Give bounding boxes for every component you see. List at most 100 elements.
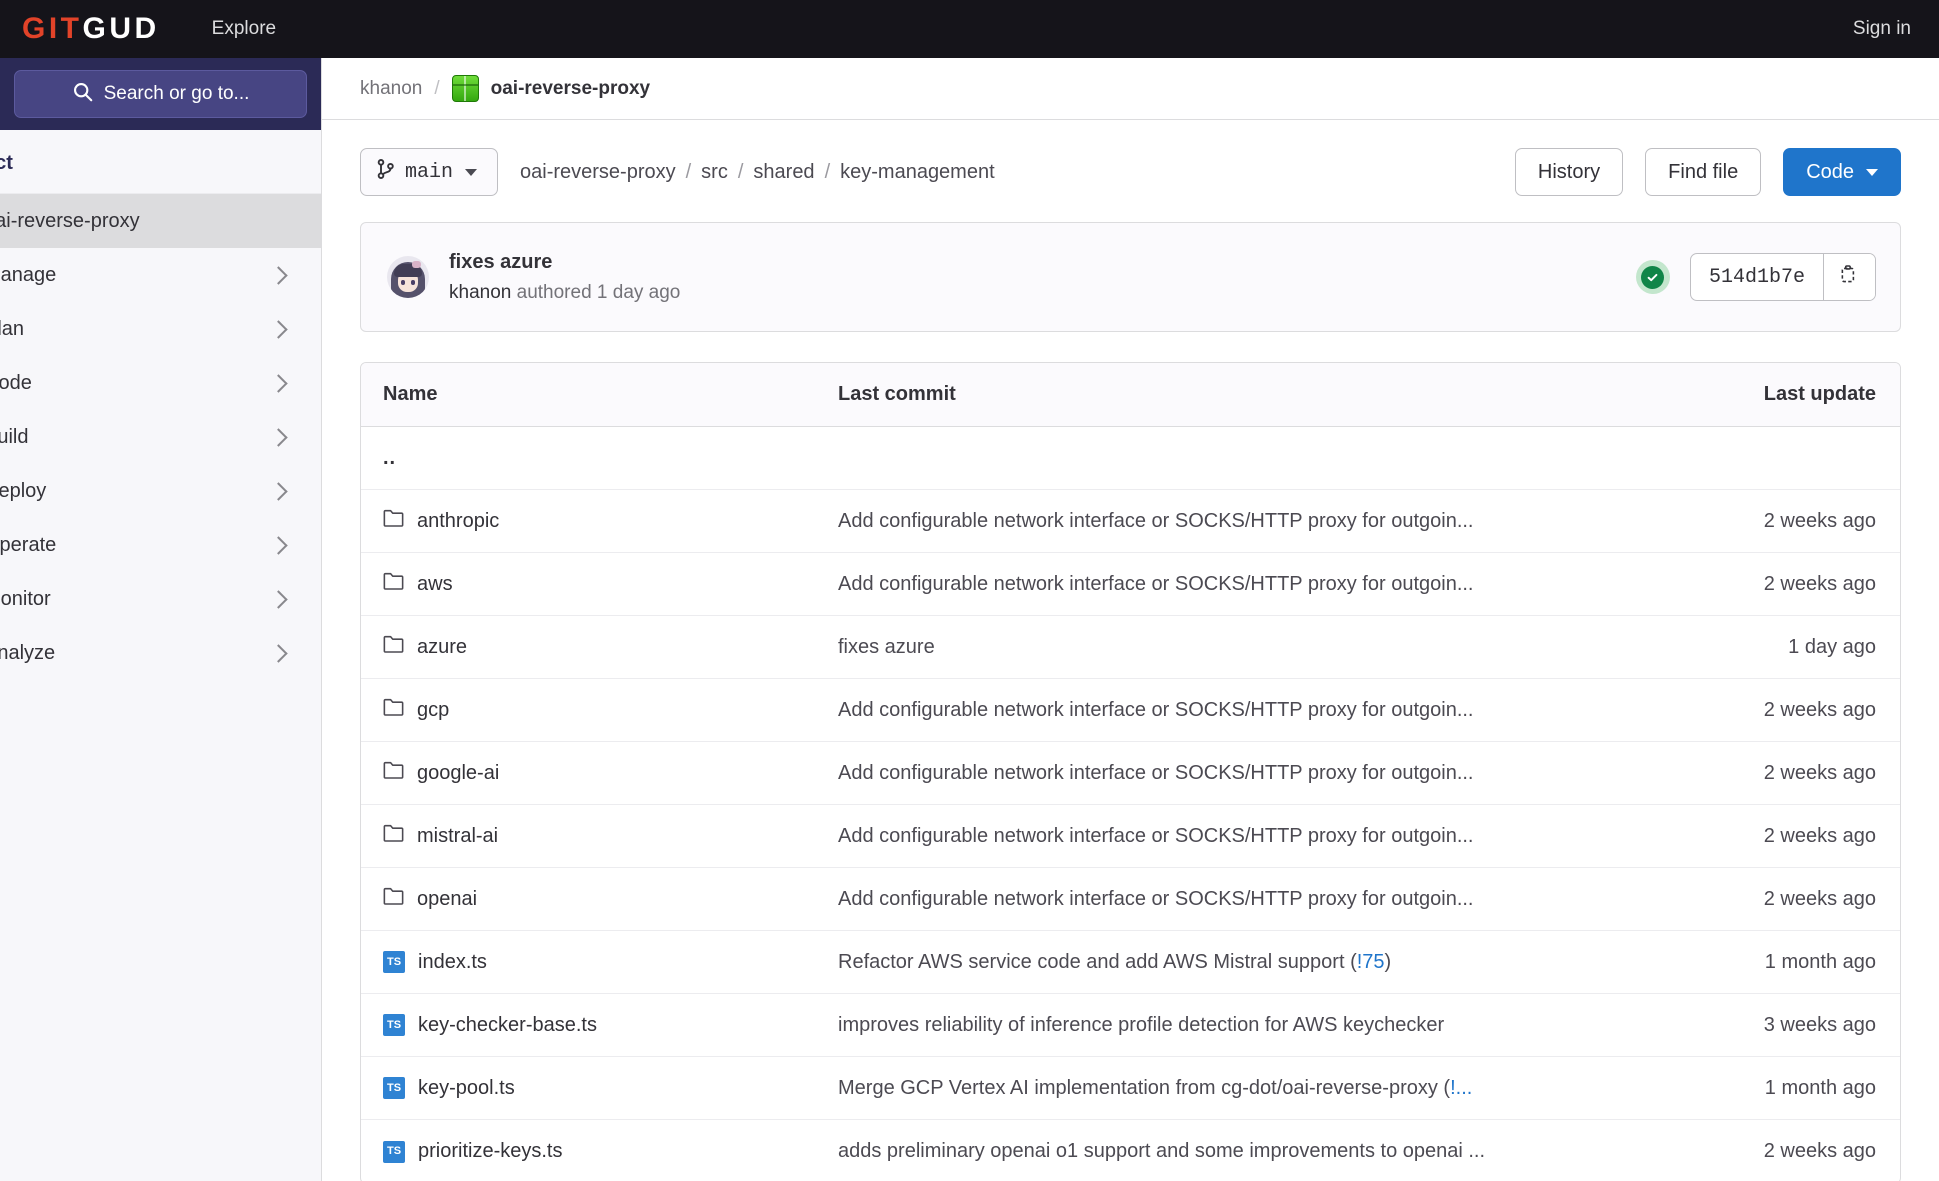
sidebar-item-deploy[interactable]: Deploy	[0, 464, 321, 518]
sidebar-item-monitor[interactable]: Monitor	[0, 572, 321, 626]
name-cell: TS index.ts	[383, 951, 838, 974]
table-row[interactable]: TS key-pool.ts Merge GCP Vertex AI imple…	[361, 1057, 1900, 1120]
path-segment-shared[interactable]: shared	[753, 161, 814, 184]
sidebar-item-analyze[interactable]: Analyze	[0, 626, 321, 680]
sidebar-nav-list: oai-reverse-proxy Manage Plan Code Build…	[0, 193, 321, 680]
table-row[interactable]: gcp Add configurable network interface o…	[361, 679, 1900, 742]
commit-sha-value[interactable]: 514d1b7e	[1691, 254, 1823, 300]
breadcrumb-project-link[interactable]: oai-reverse-proxy	[491, 78, 650, 100]
commit-cell[interactable]: Add configurable network interface or SO…	[838, 888, 1686, 911]
commit-text-tail: )	[1385, 951, 1392, 973]
sidebar-item-operate[interactable]: Operate	[0, 518, 321, 572]
table-row[interactable]: aws Add configurable network interface o…	[361, 553, 1900, 616]
parent-directory-link[interactable]: ..	[383, 447, 396, 470]
commit-meta: fixes azure khanon authored 1 day ago	[449, 251, 1616, 304]
sidebar-item-plan[interactable]: Plan	[0, 302, 321, 356]
update-cell: 2 weeks ago	[1686, 573, 1876, 596]
column-header-last-update: Last update	[1686, 383, 1876, 406]
copy-sha-button[interactable]	[1823, 254, 1875, 300]
commit-cell[interactable]: Add configurable network interface or SO…	[838, 510, 1686, 533]
table-row[interactable]: anthropic Add configurable network inter…	[361, 490, 1900, 553]
table-row[interactable]: TS prioritize-keys.ts adds preliminary o…	[361, 1120, 1900, 1181]
commit-cell[interactable]: improves reliability of inference profil…	[838, 1014, 1686, 1037]
update-cell: 2 weeks ago	[1686, 825, 1876, 848]
file-link[interactable]: key-pool.ts	[418, 1077, 515, 1100]
branch-selector-button[interactable]: main	[360, 148, 498, 196]
search-icon	[72, 81, 93, 108]
find-file-button[interactable]: Find file	[1645, 148, 1761, 196]
code-button[interactable]: Code	[1783, 148, 1901, 196]
table-row[interactable]: TS key-checker-base.ts improves reliabil…	[361, 994, 1900, 1057]
folder-link[interactable]: gcp	[417, 699, 449, 722]
breadcrumb: khanon / oai-reverse-proxy	[322, 58, 1939, 120]
commit-cell[interactable]: fixes azure	[838, 636, 1686, 659]
name-cell: TS key-pool.ts	[383, 1077, 838, 1100]
chevron-right-icon	[269, 266, 287, 284]
name-cell: anthropic	[383, 509, 838, 533]
gitgud-logo[interactable]: GITGUD	[22, 14, 160, 44]
commit-cell[interactable]: Refactor AWS service code and add AWS Mi…	[838, 951, 1686, 974]
path-separator: /	[738, 161, 744, 184]
folder-icon	[383, 887, 404, 911]
table-row[interactable]: TS index.ts Refactor AWS service code an…	[361, 931, 1900, 994]
merge-request-link[interactable]: !75	[1357, 951, 1385, 973]
folder-link[interactable]: azure	[417, 636, 467, 659]
update-cell: 2 weeks ago	[1686, 699, 1876, 722]
folder-link[interactable]: aws	[417, 573, 453, 596]
sidebar-item-label: Operate	[0, 534, 272, 557]
table-row[interactable]: ..	[361, 427, 1900, 490]
commit-cell[interactable]: Add configurable network interface or SO…	[838, 762, 1686, 785]
folder-link[interactable]: anthropic	[417, 510, 499, 533]
chevron-down-icon	[1866, 169, 1878, 176]
table-row[interactable]: google-ai Add configurable network inter…	[361, 742, 1900, 805]
repository-content: main oai-reverse-proxy / src / shared / …	[322, 120, 1939, 1181]
folder-icon	[383, 572, 404, 596]
pipeline-status-badge[interactable]	[1636, 260, 1670, 294]
sidebar-item-code[interactable]: Code	[0, 356, 321, 410]
name-cell: google-ai	[383, 761, 838, 785]
file-link[interactable]: key-checker-base.ts	[418, 1014, 597, 1037]
name-cell: aws	[383, 572, 838, 596]
table-header-row: Name Last commit Last update	[361, 363, 1900, 427]
sidebar-item-label: Deploy	[0, 480, 272, 503]
name-cell: mistral-ai	[383, 824, 838, 848]
folder-link[interactable]: openai	[417, 888, 477, 911]
name-cell: openai	[383, 887, 838, 911]
merge-request-link[interactable]: !...	[1450, 1077, 1472, 1099]
commit-cell[interactable]: Add configurable network interface or SO…	[838, 699, 1686, 722]
main-content: khanon / oai-reverse-proxy	[322, 58, 1939, 1181]
table-row[interactable]: openai Add configurable network interfac…	[361, 868, 1900, 931]
typescript-file-icon: TS	[383, 1077, 405, 1099]
folder-link[interactable]: google-ai	[417, 762, 499, 785]
folder-icon	[383, 635, 404, 659]
commit-message[interactable]: fixes azure	[449, 251, 1616, 274]
commit-cell[interactable]: adds preliminary openai o1 support and s…	[838, 1140, 1686, 1163]
commit-cell[interactable]: Merge GCP Vertex AI implementation from …	[838, 1077, 1686, 1100]
history-button[interactable]: History	[1515, 148, 1623, 196]
explore-link[interactable]: Explore	[212, 18, 276, 40]
file-path-breadcrumb: oai-reverse-proxy / src / shared / key-m…	[520, 161, 995, 184]
commit-cell[interactable]: Add configurable network interface or SO…	[838, 573, 1686, 596]
sidebar-item-oai-reverse-proxy[interactable]: oai-reverse-proxy	[0, 194, 321, 248]
sign-in-link[interactable]: Sign in	[1853, 18, 1911, 40]
sidebar-item-manage[interactable]: Manage	[0, 248, 321, 302]
chevron-right-icon	[269, 374, 287, 392]
sidebar-item-label: Monitor	[0, 588, 272, 611]
file-link[interactable]: index.ts	[418, 951, 487, 974]
typescript-file-icon: TS	[383, 1014, 405, 1036]
file-link[interactable]: prioritize-keys.ts	[418, 1140, 562, 1163]
search-input[interactable]: Search or go to...	[14, 70, 307, 118]
sidebar-search-area: Search or go to...	[0, 58, 321, 130]
commit-cell[interactable]: Add configurable network interface or SO…	[838, 825, 1686, 848]
commit-author-link[interactable]: khanon	[449, 282, 511, 303]
breadcrumb-owner-link[interactable]: khanon	[360, 78, 422, 100]
sidebar-item-build[interactable]: Build	[0, 410, 321, 464]
logo-gud-text: GUD	[83, 14, 160, 44]
table-row[interactable]: azure fixes azure 1 day ago	[361, 616, 1900, 679]
path-segment-repo[interactable]: oai-reverse-proxy	[520, 161, 676, 184]
table-row[interactable]: mistral-ai Add configurable network inte…	[361, 805, 1900, 868]
folder-icon	[383, 509, 404, 533]
path-segment-src[interactable]: src	[701, 161, 728, 184]
path-segment-key-management[interactable]: key-management	[840, 161, 995, 184]
folder-link[interactable]: mistral-ai	[417, 825, 498, 848]
